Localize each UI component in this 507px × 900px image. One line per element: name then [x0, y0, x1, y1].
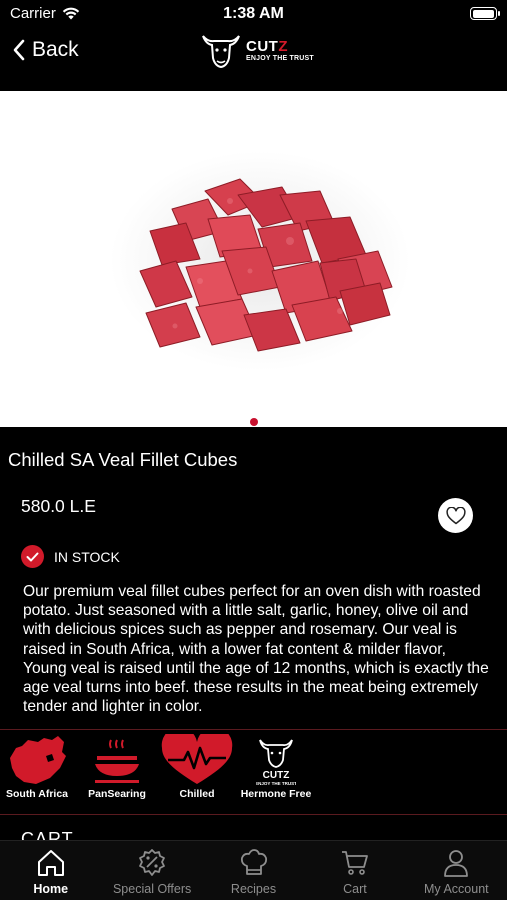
product-image-veal-cubes — [110, 151, 410, 371]
feature-label: PanSearing — [88, 788, 146, 800]
cart-icon — [341, 851, 368, 875]
tab-label: Cart — [343, 882, 367, 896]
tab-recipes[interactable]: Recipes — [203, 841, 304, 900]
product-title: Chilled SA Veal Fillet Cubes — [8, 449, 238, 470]
battery-icon — [470, 7, 500, 20]
carousel-page-dot[interactable] — [250, 418, 258, 426]
product-image-carousel[interactable] — [0, 91, 507, 427]
feature-label: South Africa — [5, 788, 69, 800]
feature-south-africa: South Africa — [4, 734, 70, 800]
south-africa-map-icon — [10, 736, 66, 784]
bull-head-icon — [202, 35, 240, 69]
feature-icons-row: South Africa PanSearing Chilled CUTZ ENJ… — [0, 734, 507, 812]
cutz-logo: CUTZ ENJOY THE TRUST — [200, 28, 320, 72]
cutz-logo-icon: CUTZ ENJOY THE TRUST — [256, 739, 296, 786]
user-icon — [444, 850, 469, 877]
back-label: Back — [32, 38, 79, 61]
stock-indicator: IN STOCK — [21, 545, 120, 568]
feature-pan-searing: PanSearing — [86, 734, 148, 800]
tab-label: My Account — [424, 882, 489, 896]
product-price: 580.0 L.E — [21, 496, 96, 516]
pan-searing-icon — [95, 739, 139, 783]
tab-cart[interactable]: Cart — [304, 841, 405, 900]
feature-label: Hermone Free — [240, 788, 312, 800]
chef-hat-icon — [240, 849, 267, 875]
tab-special-offers[interactable]: Special Offers — [101, 841, 202, 900]
battery-fill — [472, 9, 494, 18]
discount-badge-icon — [139, 849, 166, 876]
chevron-left-icon — [13, 39, 25, 61]
tab-label: Recipes — [230, 882, 277, 896]
home-icon — [37, 850, 64, 876]
check-circle-icon — [21, 545, 44, 568]
svg-text:ENJOY THE TRUST: ENJOY THE TRUST — [256, 781, 296, 786]
divider — [0, 729, 507, 730]
tab-bar: Home Special Offers Recipes Cart My Acco… — [0, 840, 507, 900]
favorite-button[interactable] — [438, 498, 473, 533]
status-bar: Carrier 1:38 AM — [0, 0, 507, 28]
heart-pulse-icon — [161, 734, 233, 784]
feature-chilled: Chilled — [159, 734, 235, 800]
tab-label: Home — [33, 882, 69, 896]
feature-hormone-free: CUTZ ENJOY THE TRUST Hermone Free — [238, 734, 314, 800]
logo-name-prefix: CUT — [246, 37, 279, 55]
logo-text: CUTZ ENJOY THE TRUST — [246, 37, 314, 62]
logo-name-suffix: Z — [278, 37, 288, 55]
heart-outline-icon — [445, 506, 466, 524]
tab-label: Special Offers — [112, 882, 192, 896]
logo-tagline: ENJOY THE TRUST — [246, 54, 314, 62]
feature-label: Chilled — [179, 788, 215, 800]
back-button[interactable]: Back — [12, 38, 79, 62]
tab-my-account[interactable]: My Account — [406, 841, 507, 900]
svg-text:CUTZ: CUTZ — [263, 770, 290, 781]
divider — [0, 814, 507, 815]
logo-name: CUTZ — [246, 37, 314, 55]
tab-home[interactable]: Home — [0, 841, 101, 900]
nav-bar: Back CUTZ ENJOY THE TRUST — [0, 28, 507, 80]
product-description: Our premium veal fillet cubes perfect fo… — [23, 583, 489, 716]
stock-status-label: IN STOCK — [54, 548, 120, 565]
status-time: 1:38 AM — [223, 5, 284, 22]
